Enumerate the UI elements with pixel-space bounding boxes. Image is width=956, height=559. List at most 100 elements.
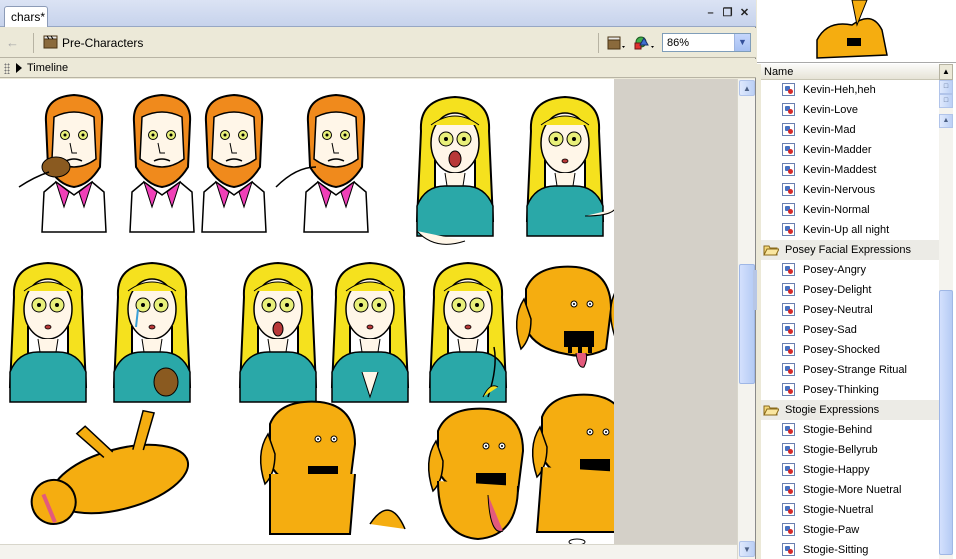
close-icon[interactable]: ✕ (738, 7, 751, 20)
library-item-label: Stogie-Nuetral (803, 504, 874, 516)
library-item[interactable]: Kevin-Mad (761, 120, 939, 140)
expand-triangle-icon[interactable] (16, 63, 22, 73)
library-item-label: Kevin-Up all night (803, 224, 890, 236)
edit-bar: ← Pre-Characters 86% ▼ (0, 28, 756, 58)
library-item-label: Stogie-Bellyrub (803, 444, 878, 456)
library-item-label: Stogie Expressions (785, 404, 880, 416)
library-item[interactable]: Posey-Shocked (761, 340, 939, 360)
library-item-label: Stogie-Sitting (803, 544, 869, 556)
library-item[interactable]: Stogie-Happy (761, 460, 939, 480)
movie-clip-symbol-icon (782, 483, 795, 496)
library-panel: Name ▲ Kevin-Heh,heh Kevin-Love Kevin-Mad K… (757, 0, 956, 559)
movie-clip-symbol-icon (782, 123, 795, 136)
chevron-down-icon[interactable]: ▼ (734, 34, 750, 51)
library-item[interactable]: Kevin-Maddest (761, 160, 939, 180)
document-tab[interactable]: chars* (4, 6, 48, 27)
library-item-label: Kevin-Madder (803, 144, 872, 156)
zoom-value: 86% (667, 37, 690, 49)
library-item[interactable]: Stogie-Sitting (761, 540, 939, 559)
library-item[interactable]: Posey-Delight (761, 280, 939, 300)
library-item[interactable]: Posey-Thinking (761, 380, 939, 400)
toolbar-separator (33, 33, 34, 53)
stage-horizontal-scrollbar[interactable] (0, 544, 737, 559)
stage-canvas[interactable] (0, 79, 706, 544)
library-item-label: Posey-Thinking (803, 384, 879, 396)
scene-icon (43, 35, 58, 49)
library-item-label: Stogie-Happy (803, 464, 870, 476)
movie-clip-symbol-icon (782, 103, 795, 116)
toolbar-separator (598, 33, 599, 53)
library-item[interactable]: Stogie-Behind (761, 420, 939, 440)
library-item[interactable]: Stogie-More Nuetral (761, 480, 939, 500)
movie-clip-symbol-icon (782, 363, 795, 376)
movie-clip-symbol-icon (782, 163, 795, 176)
movie-clip-symbol-icon (782, 383, 795, 396)
library-item[interactable]: Stogie-Bellyrub (761, 440, 939, 460)
movie-clip-symbol-icon (782, 343, 795, 356)
library-item-label: Kevin-Heh,heh (803, 84, 876, 96)
name-column-header[interactable]: Name (761, 64, 939, 80)
library-item[interactable]: Posey-Angry (761, 260, 939, 280)
movie-clip-symbol-icon (782, 543, 795, 556)
movie-clip-symbol-icon (782, 303, 795, 316)
library-item[interactable]: Kevin-Normal (761, 200, 939, 220)
sort-order-icon[interactable]: ▲ (939, 64, 953, 80)
library-item[interactable]: Stogie-Paw (761, 520, 939, 540)
stage-vertical-scrollbar[interactable]: ▲ ▼ (737, 79, 755, 559)
movie-clip-symbol-icon (782, 463, 795, 476)
dog-preview-image (816, 0, 888, 59)
open-folder-icon (763, 403, 780, 416)
library-item[interactable]: Stogie-Nuetral (761, 500, 939, 520)
edit-scene-icon[interactable] (606, 34, 628, 52)
library-item[interactable]: Kevin-Nervous (761, 180, 939, 200)
movie-clip-symbol-icon (782, 283, 795, 296)
scroll-up-icon[interactable]: ▲ (939, 114, 953, 128)
library-item-label: Kevin-Mad (803, 124, 856, 136)
library-item-label: Stogie-Behind (803, 424, 873, 436)
scroll-thumb[interactable] (939, 290, 953, 555)
library-folder[interactable]: Posey Facial Expressions (761, 240, 939, 260)
library-item[interactable]: Posey-Sad (761, 320, 939, 340)
library-item[interactable]: Kevin-Up all night (761, 220, 939, 240)
edit-symbols-icon[interactable] (632, 34, 658, 52)
document-window: chars* – ❐ ✕ ← Pre-Characters 86% ▼ Time… (0, 0, 756, 559)
library-item-label: Stogie-Paw (803, 524, 860, 536)
open-folder-icon (763, 243, 780, 256)
scroll-down-icon[interactable]: ▼ (739, 541, 755, 557)
stage-pasteboard (0, 79, 737, 544)
library-item-label: Kevin-Love (803, 104, 859, 116)
library-item-label: Kevin-Nervous (803, 184, 876, 196)
library-item-list: Kevin-Heh,heh Kevin-Love Kevin-Mad Kevin-Ma… (761, 80, 939, 559)
movie-clip-symbol-icon (782, 443, 795, 456)
movie-clip-symbol-icon (782, 143, 795, 156)
properties-icon[interactable]: □ (939, 94, 953, 108)
library-item-label: Posey-Sad (803, 324, 857, 336)
properties-icon[interactable]: □ (939, 80, 953, 94)
document-tab-bar: chars* – ❐ ✕ (0, 0, 756, 27)
movie-clip-symbol-icon (782, 523, 795, 536)
timeline-header[interactable]: Timeline (0, 59, 756, 78)
back-arrow-icon[interactable]: ← (6, 35, 24, 51)
library-item-label: Stogie-More Nuetral (803, 484, 902, 496)
library-item[interactable]: Posey-Strange Ritual (761, 360, 939, 380)
library-preview (757, 0, 956, 63)
library-item-label: Kevin-Normal (803, 204, 870, 216)
minimize-icon[interactable]: – (704, 7, 717, 20)
movie-clip-symbol-icon (782, 423, 795, 436)
library-folder[interactable]: Stogie Expressions (761, 400, 939, 420)
restore-icon[interactable]: ❐ (721, 7, 734, 20)
scroll-up-icon[interactable]: ▲ (739, 80, 755, 96)
timeline-label: Timeline (27, 62, 69, 74)
library-item-label: Kevin-Maddest (803, 164, 877, 176)
library-item[interactable]: Kevin-Madder (761, 140, 939, 160)
library-item[interactable]: Posey-Neutral (761, 300, 939, 320)
movie-clip-symbol-icon (782, 263, 795, 276)
movie-clip-symbol-icon (782, 223, 795, 236)
zoom-dropdown[interactable]: 86% ▼ (662, 33, 751, 52)
library-item-label: Posey-Angry (803, 264, 866, 276)
library-item[interactable]: Kevin-Heh,heh (761, 80, 939, 100)
library-item[interactable]: Kevin-Love (761, 100, 939, 120)
library-scrollbar[interactable]: □ □ ▲ (939, 80, 953, 559)
grip-icon[interactable] (4, 63, 10, 74)
scene-breadcrumb[interactable]: Pre-Characters (62, 36, 143, 50)
